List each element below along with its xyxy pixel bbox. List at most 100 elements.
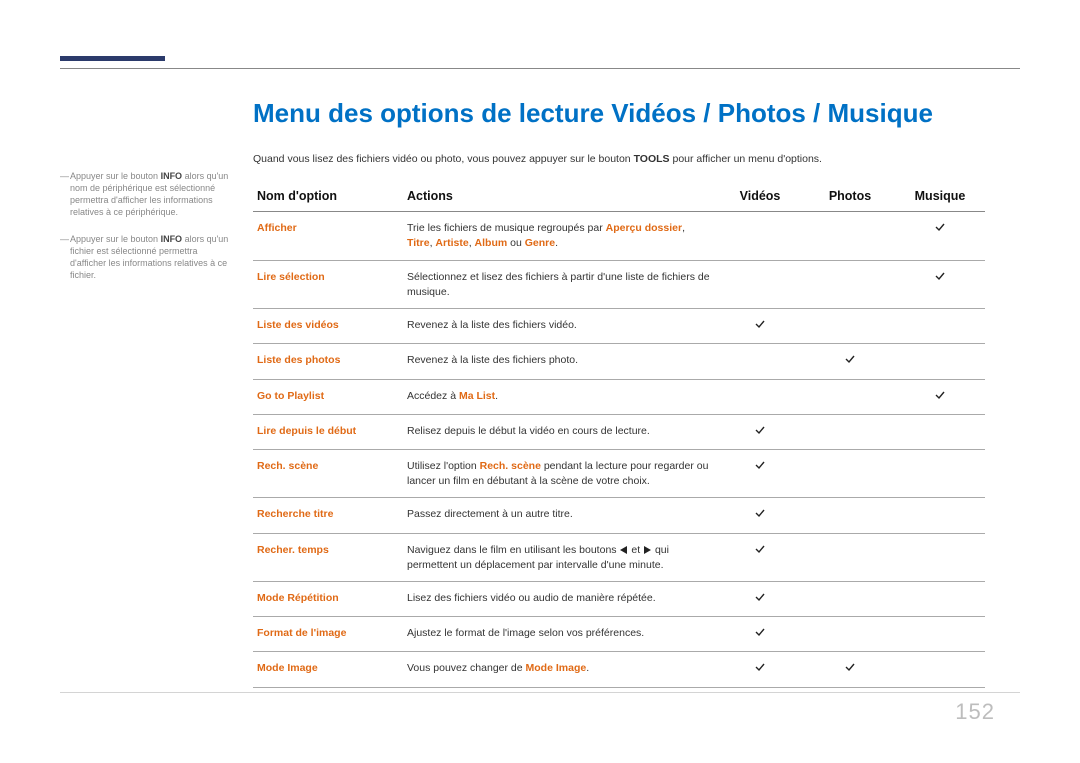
note-dash-icon: ― — [60, 170, 70, 219]
check-icon — [844, 661, 856, 673]
intro-tools-label: TOOLS — [634, 153, 670, 165]
check-cell — [715, 582, 805, 617]
footer-rule — [60, 692, 1020, 693]
check-cell — [715, 498, 805, 533]
intro-paragraph: Quand vous lisez des fichiers vidéo ou p… — [253, 153, 985, 165]
check-icon — [754, 424, 766, 436]
note-text: Appuyer sur le bouton INFO alors qu'un n… — [70, 170, 230, 219]
option-name: Go to Playlist — [253, 379, 403, 414]
check-cell — [805, 582, 895, 617]
page-title: Menu des options de lecture Vidéos / Pho… — [253, 98, 985, 129]
check-icon — [754, 459, 766, 471]
nav-left-icon — [620, 546, 627, 554]
table-header-row: Nom d'option Actions Vidéos Photos Musiq… — [253, 183, 985, 212]
col-actions: Actions — [403, 183, 715, 212]
check-icon — [754, 591, 766, 603]
check-cell — [805, 449, 895, 497]
nav-right-icon — [644, 546, 651, 554]
check-cell — [895, 344, 985, 379]
col-music: Musique — [895, 183, 985, 212]
header-rule — [60, 68, 1020, 69]
check-cell — [715, 652, 805, 687]
col-videos: Vidéos — [715, 183, 805, 212]
col-name: Nom d'option — [253, 183, 403, 212]
check-cell — [715, 212, 805, 260]
check-icon — [754, 318, 766, 330]
option-name: Recher. temps — [253, 533, 403, 581]
check-icon — [754, 543, 766, 555]
check-cell — [895, 449, 985, 497]
table-row: Lire depuis le débutRelisez depuis le dé… — [253, 414, 985, 449]
option-name: Lire sélection — [253, 260, 403, 308]
option-action: Vous pouvez changer de Mode Image. — [403, 652, 715, 687]
check-cell — [715, 414, 805, 449]
check-cell — [715, 260, 805, 308]
col-photos: Photos — [805, 183, 895, 212]
table-row: Recher. tempsNaviguez dans le film en ut… — [253, 533, 985, 581]
table-row: Format de l'imageAjustez le format de l'… — [253, 617, 985, 652]
check-cell — [895, 498, 985, 533]
option-action: Lisez des fichiers vidéo ou audio de man… — [403, 582, 715, 617]
intro-text-post: pour afficher un menu d'options. — [670, 153, 822, 165]
option-name: Format de l'image — [253, 617, 403, 652]
check-cell — [715, 617, 805, 652]
table-row: Liste des photosRevenez à la liste des f… — [253, 344, 985, 379]
option-action: Passez directement à un autre titre. — [403, 498, 715, 533]
check-icon — [754, 661, 766, 673]
check-cell — [805, 212, 895, 260]
option-action: Ajustez le format de l'image selon vos p… — [403, 617, 715, 652]
table-row: Mode ImageVous pouvez changer de Mode Im… — [253, 652, 985, 687]
option-name: Recherche titre — [253, 498, 403, 533]
table-row: Mode RépétitionLisez des fichiers vidéo … — [253, 582, 985, 617]
check-cell — [805, 617, 895, 652]
check-cell — [895, 260, 985, 308]
check-icon — [844, 353, 856, 365]
check-cell — [895, 617, 985, 652]
option-name: Mode Répétition — [253, 582, 403, 617]
check-icon — [934, 221, 946, 233]
option-action: Accédez à Ma List. — [403, 379, 715, 414]
option-name: Afficher — [253, 212, 403, 260]
note-dash-icon: ― — [60, 233, 70, 282]
check-cell — [895, 582, 985, 617]
option-action: Trie les fichiers de musique regroupés p… — [403, 212, 715, 260]
option-action: Revenez à la liste des fichiers photo. — [403, 344, 715, 379]
check-cell — [805, 260, 895, 308]
check-cell — [895, 414, 985, 449]
check-cell — [895, 379, 985, 414]
check-icon — [934, 389, 946, 401]
sidebar-note: ―Appuyer sur le bouton INFO alors qu'un … — [60, 233, 230, 282]
check-icon — [934, 270, 946, 282]
check-cell — [895, 533, 985, 581]
options-table: Nom d'option Actions Vidéos Photos Musiq… — [253, 183, 985, 688]
table-row: Go to PlaylistAccédez à Ma List. — [253, 379, 985, 414]
check-cell — [805, 652, 895, 687]
option-action: Relisez depuis le début la vidéo en cour… — [403, 414, 715, 449]
main-content: Menu des options de lecture Vidéos / Pho… — [253, 98, 985, 688]
option-name: Liste des photos — [253, 344, 403, 379]
table-row: Recherche titrePassez directement à un a… — [253, 498, 985, 533]
check-icon — [754, 626, 766, 638]
check-cell — [715, 309, 805, 344]
option-action: Utilisez l'option Rech. scène pendant la… — [403, 449, 715, 497]
option-action: Revenez à la liste des fichiers vidéo. — [403, 309, 715, 344]
option-action: Sélectionnez et lisez des fichiers à par… — [403, 260, 715, 308]
intro-text-pre: Quand vous lisez des fichiers vidéo ou p… — [253, 153, 634, 165]
table-row: Rech. scèneUtilisez l'option Rech. scène… — [253, 449, 985, 497]
check-cell — [805, 344, 895, 379]
check-cell — [805, 533, 895, 581]
check-icon — [754, 507, 766, 519]
table-row: Lire sélectionSélectionnez et lisez des … — [253, 260, 985, 308]
header-accent-bar — [60, 56, 165, 61]
option-action: Naviguez dans le film en utilisant les b… — [403, 533, 715, 581]
option-name: Lire depuis le début — [253, 414, 403, 449]
table-row: AfficherTrie les fichiers de musique reg… — [253, 212, 985, 260]
option-name: Rech. scène — [253, 449, 403, 497]
option-name: Mode Image — [253, 652, 403, 687]
page-number: 152 — [955, 699, 995, 725]
check-cell — [805, 379, 895, 414]
check-cell — [715, 379, 805, 414]
table-row: Liste des vidéosRevenez à la liste des f… — [253, 309, 985, 344]
check-cell — [715, 533, 805, 581]
sidebar-note: ―Appuyer sur le bouton INFO alors qu'un … — [60, 170, 230, 219]
